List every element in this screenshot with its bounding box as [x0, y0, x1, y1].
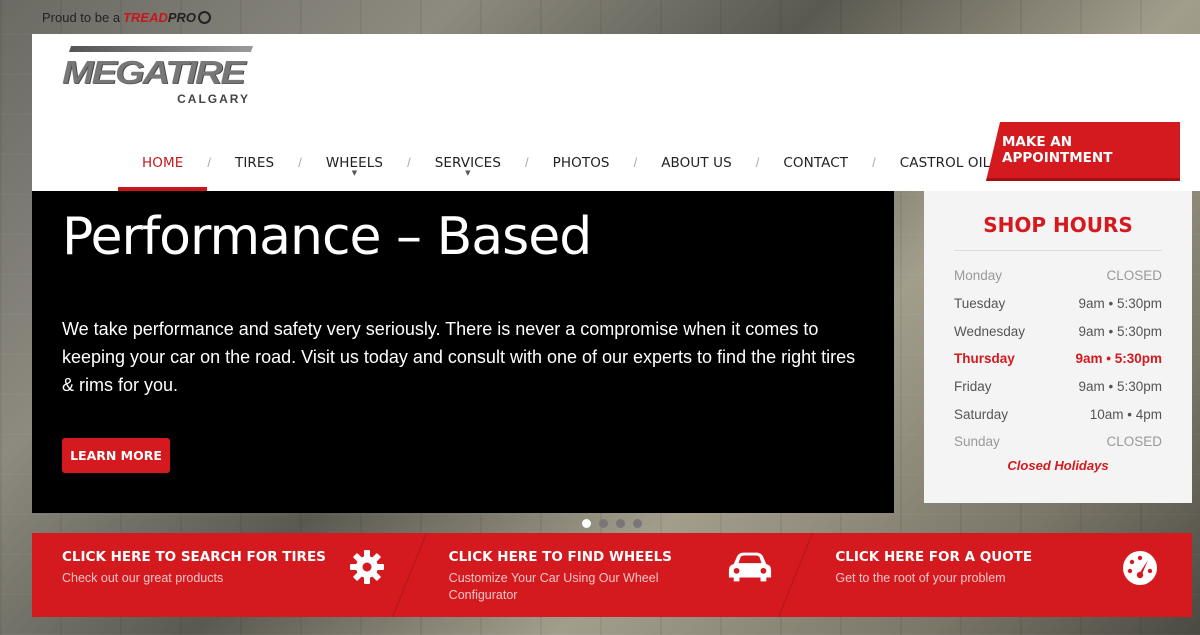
nav-services[interactable]: SERVICES ▼ — [411, 134, 525, 191]
treadpro-brand: TREAD — [123, 9, 168, 25]
cta-subtitle: Customize Your Car Using Our Wheel Confi… — [448, 571, 659, 602]
nav-home-label: HOME — [142, 154, 184, 171]
hours-day: Friday — [954, 379, 992, 395]
nav-tires[interactable]: TIRES — [211, 134, 298, 191]
nav-about-label: ABOUT US — [661, 154, 732, 171]
megatire-logo[interactable]: MEGATIRE CALGARY — [62, 46, 254, 106]
hours-row-sunday: Sunday CLOSED — [954, 428, 1162, 456]
cta-subtitle: Get to the root of your problem — [835, 571, 1006, 585]
main-nav: HOME / TIRES / WHEELS ▼ / SERVICES ▼ / PHO… — [118, 134, 1086, 191]
cta-quote[interactable]: CLICK HERE FOR A QUOTE Get to the root o… — [805, 533, 1192, 617]
nav-photos[interactable]: PHOTOS — [529, 134, 634, 191]
hours-time: CLOSED — [1106, 434, 1162, 450]
hours-day: Saturday — [954, 406, 1009, 422]
slider-dot[interactable] — [616, 519, 625, 528]
shop-hours-panel: SHOP HOURS Monday CLOSED Tuesday 9am • 5:3… — [924, 191, 1192, 503]
hero-title: Performance – Based — [62, 207, 592, 267]
cta-find-wheels[interactable]: CLICK HERE TO FIND WHEELS Customize Your… — [419, 533, 806, 617]
slider-dots — [582, 519, 642, 528]
hours-day: Wednesday — [954, 323, 1026, 339]
hours-day: Tuesday — [954, 296, 1006, 312]
logo-city: CALGARY — [177, 92, 250, 106]
nav-wheels[interactable]: WHEELS ▼ — [302, 134, 407, 191]
closed-holidays-note: Closed Holidays — [1007, 457, 1109, 473]
hours-row-monday: Monday CLOSED — [954, 262, 1162, 290]
site-header: MEGATIRE CALGARY HOME / TIRES / WHEELS ▼ … — [32, 34, 1200, 191]
shop-hours-title: SHOP HOURS — [954, 213, 1162, 251]
slider-dot[interactable] — [633, 519, 642, 528]
hours-time: CLOSED — [1106, 268, 1162, 284]
hours-row-saturday: Saturday 10am • 4pm — [954, 400, 1162, 428]
car-icon — [729, 552, 772, 582]
nav-home[interactable]: HOME — [118, 134, 208, 191]
treadpro-prefix: Proud to be a — [42, 9, 121, 25]
cta-strip: CLICK HERE TO SEARCH FOR TIRES Check out… — [32, 533, 1192, 617]
cta-search-tires[interactable]: CLICK HERE TO SEARCH FOR TIRES Check out… — [32, 533, 419, 617]
gauge-icon — [1123, 551, 1158, 585]
hours-time: 9am • 5:30pm — [1078, 379, 1162, 395]
slider-dot[interactable] — [599, 519, 608, 528]
hours-time: 9am • 5:30pm — [1075, 351, 1162, 367]
learn-more-button[interactable]: LEARN MORE — [62, 438, 170, 473]
hero-body: We take performance and safety very seri… — [62, 319, 856, 395]
hours-row-friday: Friday 9am • 5:30pm — [954, 373, 1162, 401]
gear-icon — [349, 550, 384, 584]
treadpro-brand-pro: PRO — [167, 9, 197, 25]
hours-row-tuesday: Tuesday 9am • 5:30pm — [954, 290, 1162, 318]
hero-slide: Performance – Based We take performance … — [32, 191, 894, 513]
chevron-down-icon: ▼ — [465, 169, 471, 177]
hours-day: Thursday — [954, 351, 1015, 367]
nav-tires-label: TIRES — [234, 154, 275, 171]
chevron-down-icon: ▼ — [351, 169, 358, 177]
hours-day: Sunday — [954, 434, 1000, 450]
nav-about-us[interactable]: ABOUT US — [637, 134, 756, 191]
nav-contact[interactable]: CONTACT — [759, 134, 872, 191]
treadpro-banner[interactable]: Proud to be a TREAD PRO — [32, 0, 232, 34]
hours-time: 9am • 5:30pm — [1078, 323, 1162, 339]
hours-time: 9am • 5:30pm — [1078, 296, 1162, 312]
nav-contact-label: CONTACT — [783, 154, 849, 171]
nav-photos-label: PHOTOS — [552, 154, 610, 171]
cta-subtitle: Check out our great products — [62, 571, 224, 585]
hours-time: 10am • 4pm — [1089, 406, 1162, 422]
logo-wordmark: MEGATIRE — [62, 55, 246, 91]
logo-bar — [68, 46, 254, 52]
hours-day: Monday — [954, 268, 1003, 284]
hours-row-wednesday: Wednesday 9am • 5:30pm — [954, 317, 1162, 345]
slider-dot[interactable] — [582, 519, 591, 528]
hours-row-thursday: Thursday 9am • 5:30pm — [954, 345, 1162, 373]
make-appointment-button[interactable]: MAKE AN APPOINTMENT — [986, 122, 1180, 181]
hours-list: Monday CLOSED Tuesday 9am • 5:30pm Wednesd… — [954, 262, 1162, 456]
tire-icon — [198, 10, 212, 24]
